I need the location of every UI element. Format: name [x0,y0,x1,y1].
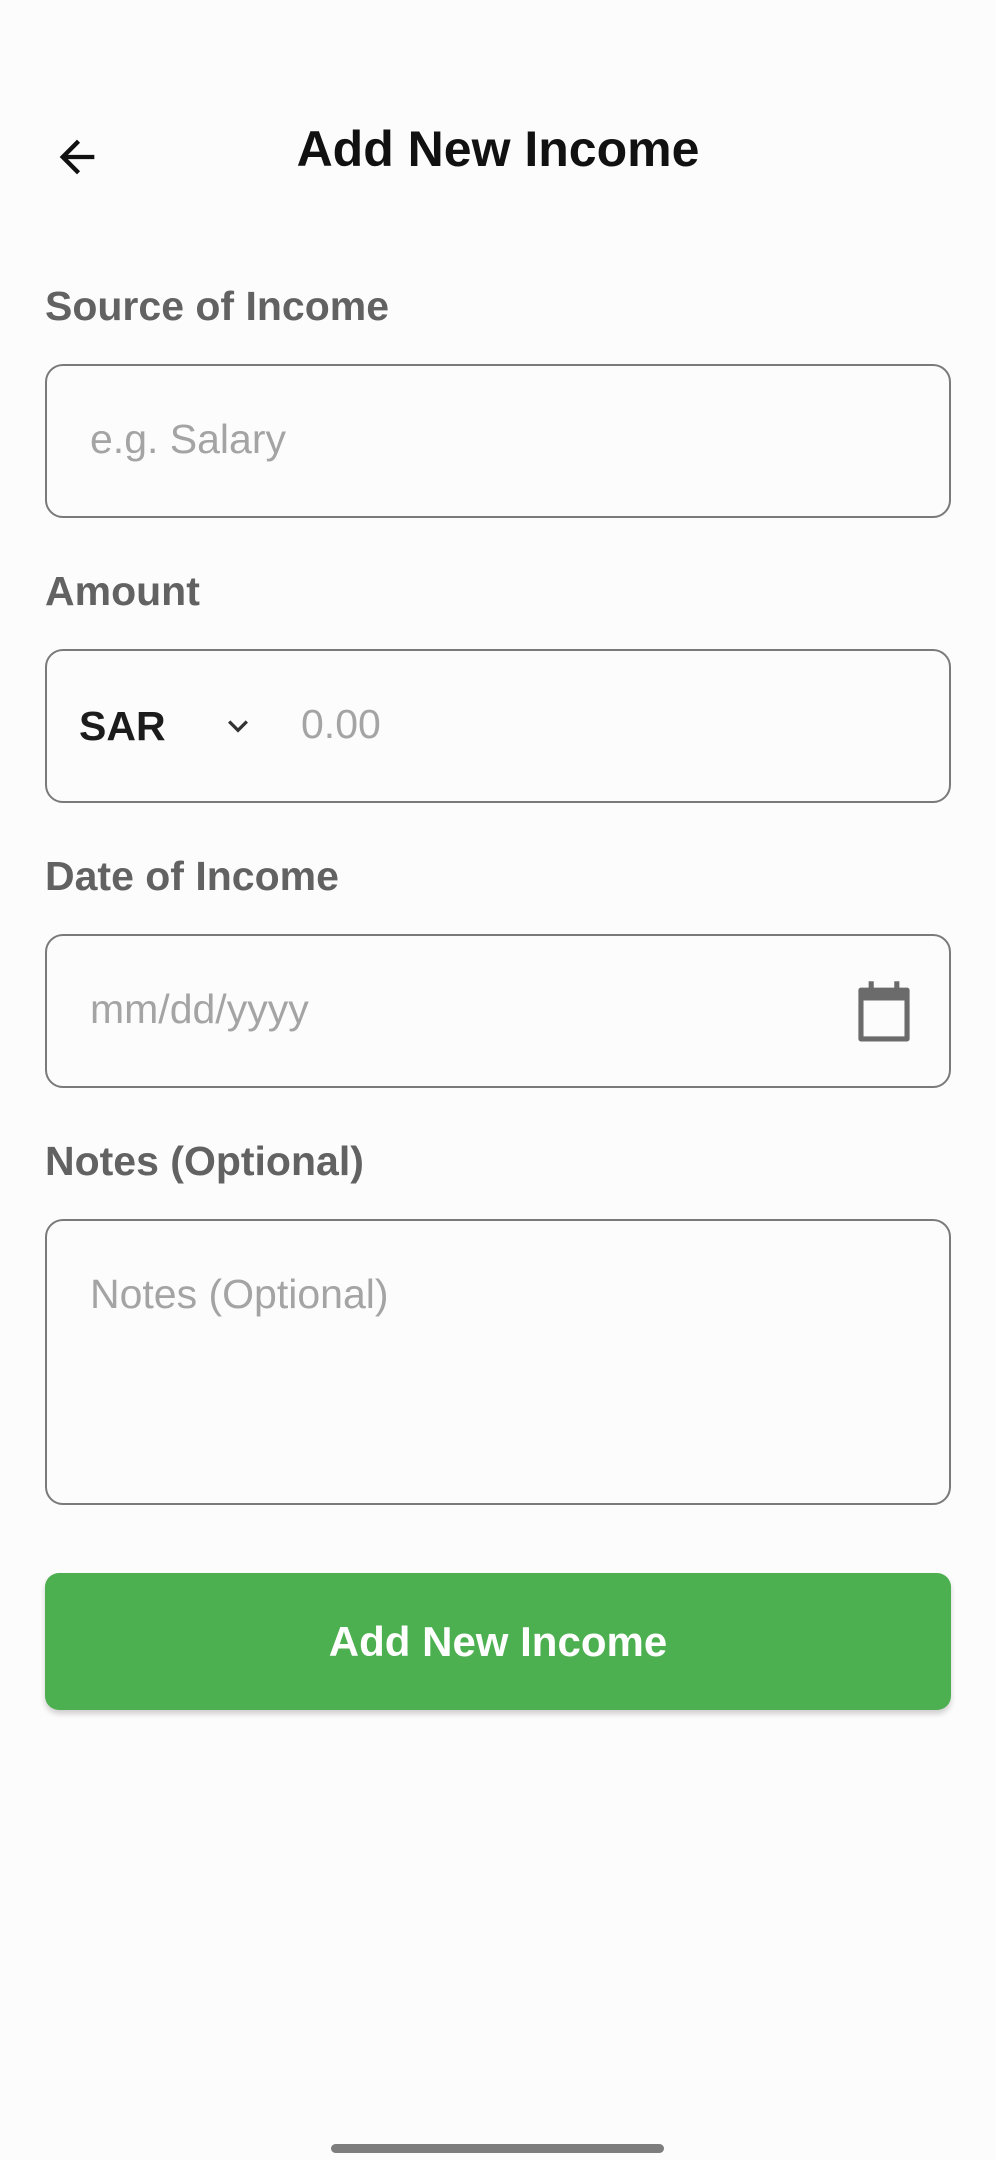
home-indicator[interactable] [331,2144,664,2153]
date-input[interactable]: mm/dd/yyyy [45,934,951,1088]
source-input[interactable]: e.g. Salary [45,364,951,518]
notes-textarea[interactable]: Notes (Optional) [45,1219,951,1505]
amount-field: SAR 0.00 [45,649,951,803]
app-bar: Add New Income [0,100,996,212]
notes-label: Notes (Optional) [45,1138,364,1184]
calendar-icon[interactable] [853,980,915,1044]
source-label: Source of Income [45,283,390,329]
source-placeholder: e.g. Salary [90,416,286,462]
date-label: Date of Income [45,853,339,899]
chevron-down-icon [227,720,248,733]
date-placeholder: mm/dd/yyyy [90,986,309,1032]
page-title: Add New Income [296,121,700,177]
amount-label: Amount [45,568,200,614]
amount-input[interactable]: 0.00 [301,701,381,748]
notes-placeholder: Notes (Optional) [90,1271,389,1317]
currency-select[interactable]: SAR [79,651,258,801]
currency-code: SAR [79,702,166,749]
add-income-button[interactable]: Add New Income [45,1573,951,1710]
